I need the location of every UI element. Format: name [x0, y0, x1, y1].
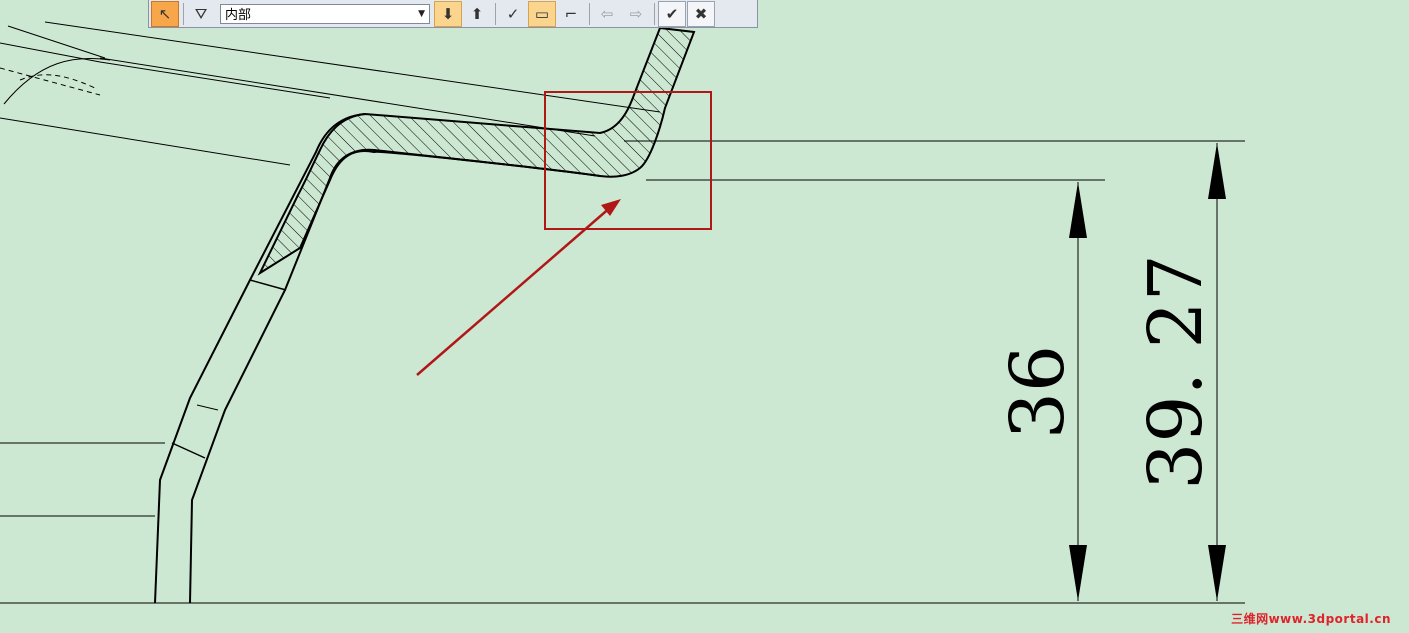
dimension-36[interactable]: 36 [995, 182, 1087, 601]
layer-up-icon: ⬆ [470, 4, 484, 23]
check-arrow-icon: ✓ [506, 4, 520, 23]
toolbar-separator [495, 2, 496, 25]
cursor-arrow-icon: ↖ [158, 4, 172, 23]
layer-down-icon: ⬇ [441, 4, 455, 23]
arrow-left-icon: ⇦ [600, 4, 614, 23]
checkmark-icon: ✔ [665, 4, 679, 23]
filter-select-value: 内部 [225, 8, 252, 23]
place-down-button[interactable]: ⬇ [434, 0, 462, 27]
toolbar-separator [589, 2, 590, 25]
place-up-button[interactable]: ⬆ [463, 1, 491, 27]
rectangle-icon: ▭ [534, 4, 550, 23]
selection-toolbar: ↖ ⛛ 内部 ▼ ⬇ ⬆ ✓ ▭ ⌐ ⇦ ⇨ ✔ ✖ [148, 0, 758, 28]
region-select-button[interactable]: ⌐ [557, 1, 585, 27]
accept-button[interactable]: ✔ [658, 0, 686, 27]
dimension-39-27[interactable]: 39. 27 [1133, 143, 1226, 601]
cancel-button[interactable]: ✖ [687, 0, 715, 27]
close-icon: ✖ [694, 4, 708, 23]
select-arrow-button[interactable]: ↖ [151, 0, 179, 27]
dimension-36-label: 36 [995, 345, 1081, 439]
forward-button[interactable]: ⇨ [622, 1, 650, 27]
rect-select-button[interactable]: ▭ [528, 0, 556, 27]
filter-select[interactable]: 内部 ▼ [220, 3, 430, 24]
arrow-right-icon: ⇨ [629, 4, 643, 23]
background-geometry [0, 21, 1245, 604]
chevron-down-icon: ▼ [418, 8, 425, 19]
check-select-button[interactable]: ✓ [499, 1, 527, 27]
toolbar-separator [183, 2, 184, 25]
watermark: 三维网www.3dportal.cn [1231, 612, 1391, 626]
back-button[interactable]: ⇦ [593, 1, 621, 27]
filter-button[interactable]: ⛛ [187, 1, 215, 27]
extension-lines [624, 140, 1245, 181]
toolbar-separator [654, 2, 655, 25]
filter-funnel-icon: ⛛ [194, 4, 208, 23]
section-profile [154, 26, 696, 604]
region-icon: ⌐ [564, 4, 578, 23]
dimension-39-27-label: 39. 27 [1133, 254, 1219, 489]
drawing-canvas[interactable]: 36 39. 27 [0, 0, 1409, 633]
